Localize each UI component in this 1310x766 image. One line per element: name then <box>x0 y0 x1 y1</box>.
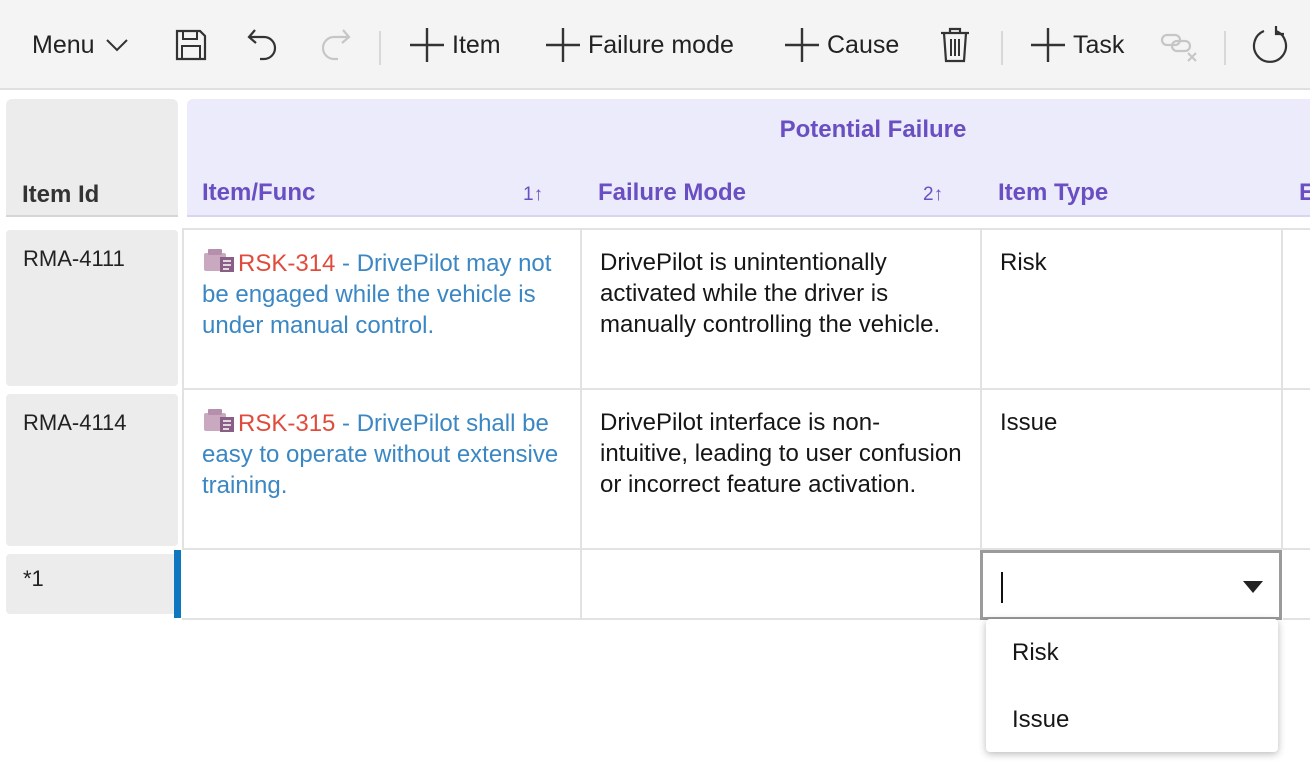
toolbar-divider <box>1224 31 1226 65</box>
menu-label: Menu <box>32 30 95 59</box>
column-header-item-type[interactable]: Item Type <box>998 179 1108 207</box>
failure-mode-text: DrivePilot interface is non-intuitive, l… <box>600 409 962 498</box>
option-label: Risk <box>1012 639 1059 666</box>
item-func-content: RSK-315 - DrivePilot shall be easy to op… <box>202 407 568 501</box>
row-header[interactable]: RMA-4114 <box>6 394 178 546</box>
toolbar-divider <box>379 31 381 65</box>
redo-button[interactable] <box>318 0 352 90</box>
selected-row-marker <box>174 550 181 618</box>
row-id: *1 <box>23 566 44 591</box>
plus-icon <box>544 26 582 64</box>
row-id: RMA-4114 <box>23 410 127 435</box>
failure-mode-text: DrivePilot is unintentionally activated … <box>600 249 941 338</box>
dropdown-arrow-icon[interactable] <box>1243 581 1263 593</box>
refresh-button[interactable] <box>1252 0 1290 90</box>
add-task-label: Task <box>1073 30 1125 59</box>
dropdown-option-risk[interactable]: Risk <box>986 619 1278 685</box>
item-type-text: Issue <box>1000 409 1058 436</box>
menu-button[interactable]: Menu <box>32 0 129 90</box>
row-header[interactable]: *1 <box>6 554 178 614</box>
trash-icon <box>939 26 971 64</box>
save-icon <box>174 28 208 62</box>
toolbar: Menu Item Failure mode Cause Task <box>0 0 1310 90</box>
item-type-cell[interactable]: Issue <box>982 390 1283 550</box>
refresh-icon <box>1252 25 1290 65</box>
add-task-button[interactable]: Task <box>1029 0 1124 90</box>
undo-button[interactable] <box>246 0 280 90</box>
item-func-cell[interactable] <box>182 550 582 620</box>
failure-mode-cell[interactable] <box>582 550 982 620</box>
row-header[interactable]: RMA-4111 <box>6 230 178 386</box>
add-failure-mode-button[interactable]: Failure mode <box>544 0 734 90</box>
truncated-cell[interactable] <box>1283 228 1310 390</box>
column-header-item-func[interactable]: Item/Func <box>202 179 315 207</box>
unlink-icon <box>1160 27 1200 63</box>
text-caret <box>1001 572 1003 603</box>
add-failure-mode-label: Failure mode <box>588 30 734 59</box>
item-func-cell[interactable]: RSK-314 - DrivePilot may not be engaged … <box>182 228 582 390</box>
delete-button[interactable] <box>939 0 971 90</box>
truncated-cell[interactable] <box>1283 550 1310 620</box>
sort-indicator[interactable]: 2↑ <box>923 184 943 206</box>
item-func-content: RSK-314 - DrivePilot may not be engaged … <box>202 247 568 341</box>
add-item-button[interactable]: Item <box>408 0 501 90</box>
sort-indicator[interactable]: 1↑ <box>523 184 543 206</box>
column-header-truncated[interactable]: E <box>1299 179 1310 207</box>
item-type-select-editor[interactable] <box>980 550 1282 620</box>
item-id-header-label: Item Id <box>22 181 100 208</box>
group-title: Potential Failure <box>779 116 967 143</box>
failure-mode-cell[interactable]: DrivePilot interface is non-intuitive, l… <box>582 390 982 550</box>
item-type-cell[interactable]: Risk <box>982 228 1283 390</box>
risk-item-icon <box>204 249 234 272</box>
unlink-button[interactable] <box>1160 0 1200 90</box>
option-label: Issue <box>1012 706 1070 733</box>
add-item-label: Item <box>452 30 501 59</box>
item-link-id[interactable]: RSK-315 <box>238 410 335 437</box>
redo-icon <box>318 26 352 64</box>
plus-icon <box>783 26 821 64</box>
chevron-down-icon <box>105 38 129 52</box>
plus-icon <box>408 26 446 64</box>
toolbar-divider <box>1001 31 1003 65</box>
add-cause-label: Cause <box>827 30 900 59</box>
item-link-id[interactable]: RSK-314 <box>238 250 335 277</box>
item-type-text: Risk <box>1000 249 1047 276</box>
potential-failure-group-header: Potential Failure Item/Func 1↑ Failure M… <box>187 99 1310 217</box>
dropdown-option-issue[interactable]: Issue <box>986 686 1278 752</box>
undo-icon <box>246 26 280 64</box>
truncated-cell[interactable] <box>1283 390 1310 550</box>
item-func-cell[interactable]: RSK-315 - DrivePilot shall be easy to op… <box>182 390 582 550</box>
item-type-dropdown-list: Risk Issue <box>986 619 1278 752</box>
failure-mode-cell[interactable]: DrivePilot is unintentionally activated … <box>582 228 982 390</box>
risk-item-icon <box>204 409 234 432</box>
column-header-failure-mode[interactable]: Failure Mode <box>598 179 746 207</box>
row-id: RMA-4111 <box>23 246 125 271</box>
add-cause-button[interactable]: Cause <box>783 0 899 90</box>
save-button[interactable] <box>174 0 208 90</box>
item-id-column-header[interactable]: Item Id <box>6 99 178 217</box>
plus-icon <box>1029 26 1067 64</box>
